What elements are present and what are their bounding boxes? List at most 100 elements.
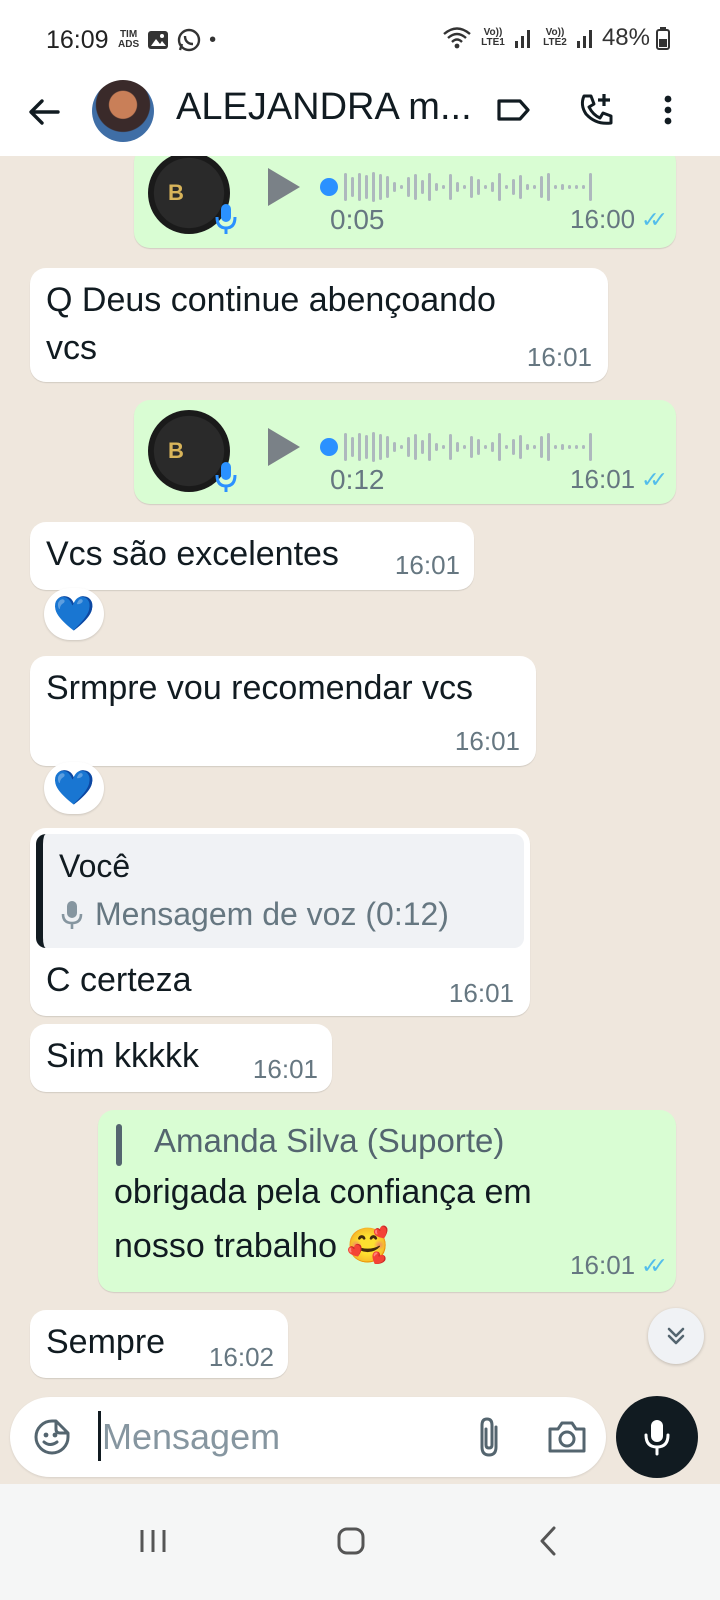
reaction-badge[interactable]: 💙	[44, 588, 104, 640]
waveform-bar	[582, 445, 585, 449]
waveform-bar	[589, 433, 592, 461]
quote-text-label: Mensagem de voz (0:12)	[95, 896, 449, 932]
waveform-bar	[456, 442, 459, 452]
message-in[interactable]: Q Deus continue abençoando vcs 16:01	[30, 268, 608, 382]
mic-icon	[215, 204, 237, 234]
waveform-bar	[449, 174, 452, 200]
message-text: Q Deus continue abençoando	[46, 281, 496, 319]
message-meta: 16:01	[527, 342, 592, 373]
message-time: 16:02	[208, 1342, 274, 1372]
more-notifications-dot: •	[209, 28, 217, 51]
recent-apps-icon[interactable]	[128, 1516, 178, 1566]
waveform-bar	[568, 445, 571, 449]
play-button[interactable]	[268, 428, 300, 466]
waveform-bar	[484, 445, 487, 449]
voice-message-out[interactable]: B 0:12 16:01 ✓✓	[134, 400, 676, 504]
waveform-bar	[512, 179, 515, 195]
status-system-icons: Vo)) LTE1 Vo)) LTE2 48%	[442, 24, 670, 52]
waveform-bar	[484, 185, 487, 189]
waveform-bar	[428, 173, 431, 201]
waveform-bar	[456, 182, 459, 192]
waveform-bar	[365, 435, 368, 459]
mic-icon	[215, 462, 237, 492]
waveform-bar	[519, 435, 522, 459]
waveform-bar	[512, 439, 515, 455]
waveform-bar	[393, 182, 396, 192]
voice-message-out[interactable]: B 0:05 16:00 ✓✓	[134, 156, 676, 248]
chat-header: ALEJANDRA m...	[0, 80, 720, 156]
waveform-bar	[428, 433, 431, 461]
voice-record-button[interactable]	[616, 1396, 698, 1478]
camera-icon[interactable]	[546, 1417, 588, 1457]
message-time: 16:01	[394, 550, 460, 580]
waveform-bar	[400, 185, 403, 189]
message-in[interactable]: Vcs são excelentes 16:01	[30, 522, 474, 590]
waveform-bar	[554, 445, 557, 449]
quote-author: Amanda Silva (Suporte)	[154, 1122, 505, 1159]
message-in[interactable]: Srmpre vou recomendar vcs 16:01	[30, 656, 536, 766]
battery-icon	[656, 27, 670, 50]
waveform-bar	[365, 175, 368, 199]
waveform-bar	[505, 185, 508, 189]
message-time: 16:01	[526, 342, 592, 372]
quoted-message[interactable]: Você Mensagem de voz (0:12)	[36, 834, 524, 948]
waveform-bar	[379, 434, 382, 460]
reply-message-in[interactable]: Você Mensagem de voz (0:12) C certeza 16…	[30, 828, 530, 1016]
back-arrow-icon[interactable]	[24, 92, 64, 132]
add-call-icon[interactable]	[576, 90, 616, 130]
waveform-bar	[561, 184, 564, 190]
waveform-bar	[519, 175, 522, 199]
waveform-bar	[435, 443, 438, 451]
waveform-bar	[372, 432, 375, 462]
message-text: obrigada pela confiança em	[114, 1173, 532, 1211]
message-in[interactable]: Sim kkkkk 16:01	[30, 1024, 332, 1092]
waveform-bar	[442, 185, 445, 189]
reaction-badge[interactable]: 💙	[44, 762, 104, 814]
waveform-bar	[463, 445, 466, 449]
voice-waveform[interactable]	[320, 170, 592, 204]
message-meta: 16:01	[253, 1054, 318, 1085]
message-text: Sim kkkkk	[46, 1037, 199, 1075]
voice-duration: 0:12	[330, 464, 385, 495]
message-text: vcs	[46, 329, 97, 367]
message-time: 16:01	[448, 978, 514, 1008]
waveform-bar	[526, 444, 529, 450]
label-icon[interactable]	[494, 90, 534, 130]
nav-back-icon[interactable]	[524, 1516, 574, 1566]
waveform-bar	[561, 444, 564, 450]
attach-icon[interactable]	[470, 1415, 510, 1459]
avatar[interactable]	[92, 80, 154, 142]
waveform-bar	[442, 445, 445, 449]
voice-duration: 0:05	[330, 204, 385, 235]
waveform-bar	[407, 437, 410, 457]
waveform-bar	[526, 184, 529, 190]
home-icon[interactable]	[326, 1516, 376, 1566]
waveform-bar	[421, 180, 424, 194]
sim1-label: Vo)) LTE1	[481, 27, 505, 48]
waveform-bar	[386, 436, 389, 458]
waveform-bar	[533, 445, 536, 449]
chat-area[interactable]: B 0:05 16:00 ✓✓ Q Deus continue abençoan…	[0, 156, 720, 1396]
message-text: Srmpre vou recomendar vcs	[46, 669, 474, 707]
contact-name[interactable]: ALEJANDRA m...	[176, 86, 476, 129]
playback-position-dot[interactable]	[320, 438, 338, 456]
waveform-bar	[554, 185, 557, 189]
scroll-to-bottom-button[interactable]	[648, 1308, 704, 1364]
waveform-bar	[533, 185, 536, 189]
sticker-emoji-icon[interactable]	[32, 1417, 72, 1457]
message-in[interactable]: Sempre 16:02	[30, 1310, 288, 1378]
waveform-bar	[477, 179, 480, 195]
status-time: 16:09	[46, 26, 109, 54]
waveform-bar	[463, 185, 466, 189]
play-button[interactable]	[268, 168, 300, 206]
message-input[interactable]	[102, 1405, 462, 1469]
message-out[interactable]: Amanda Silva (Suporte) obrigada pela con…	[98, 1110, 676, 1292]
more-vert-icon[interactable]	[648, 90, 688, 130]
message-text: nosso trabalho 🥰	[114, 1227, 389, 1265]
status-notification-icons: TIM ADS •	[118, 28, 216, 52]
message-meta: 16:01	[455, 726, 520, 757]
waveform-bar	[491, 182, 494, 192]
waveform-bar	[575, 185, 578, 189]
voice-waveform[interactable]	[320, 430, 592, 464]
playback-position-dot[interactable]	[320, 178, 338, 196]
